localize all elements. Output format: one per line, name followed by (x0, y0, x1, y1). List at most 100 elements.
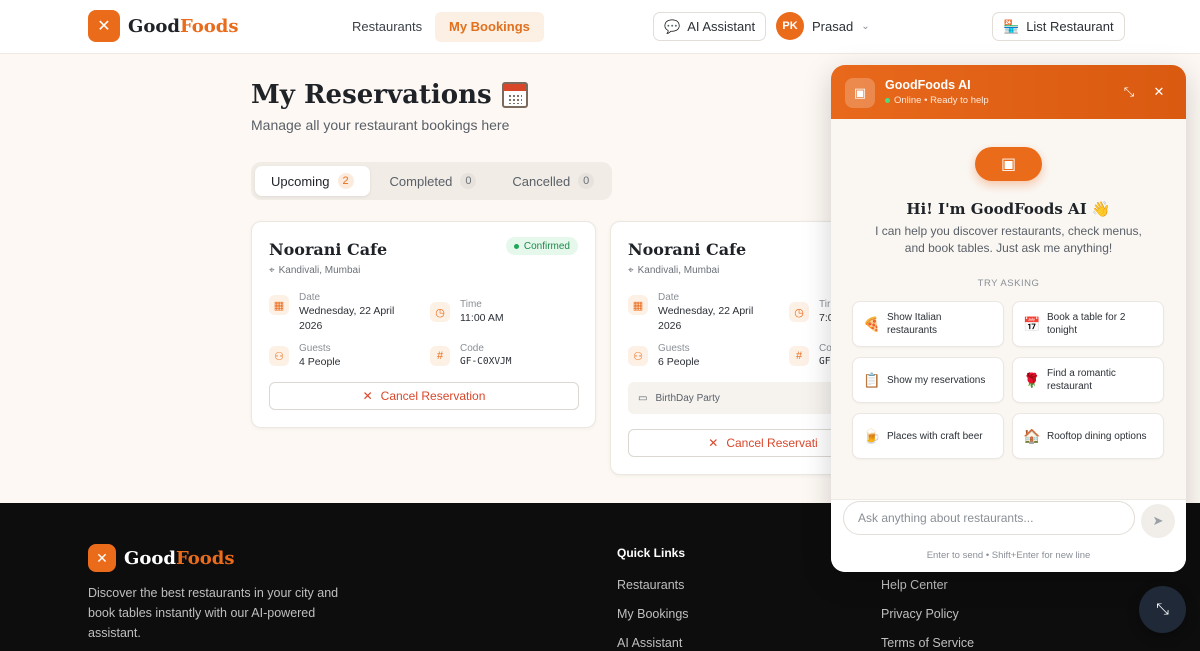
rose-icon: 🌹 (1023, 371, 1041, 388)
clock-icon: ◷ (789, 302, 809, 322)
minimize-icon[interactable]: ⤡ (1120, 83, 1138, 101)
tab-count: 2 (337, 173, 354, 189)
reservation-card: Noorani Cafe ⌖ Kandivali, Mumbai Confirm… (251, 221, 596, 428)
reservation-tabs: Upcoming 2 Completed 0 Cancelled 0 (251, 162, 612, 200)
suggestion-book-table[interactable]: 📅 Book a table for 2 tonight (1012, 301, 1164, 347)
suggestion-rooftop[interactable]: 🏠 Rooftop dining options (1012, 413, 1164, 459)
page-title-text: My Reservations (251, 80, 492, 110)
footer-link-my-bookings[interactable]: My Bookings (617, 607, 689, 621)
nav-my-bookings[interactable]: My Bookings (435, 12, 544, 42)
close-icon: ✕ (708, 436, 719, 450)
time-field: ◷ Time 11:00 AM (430, 299, 504, 325)
page-subtitle: Manage all your restaurant bookings here (251, 117, 510, 133)
footer-description: Discover the best restaurants in your ci… (88, 586, 339, 640)
close-icon[interactable]: ✕ (1150, 83, 1168, 101)
footer-link-terms-of-service[interactable]: Terms of Service (881, 636, 974, 650)
pizza-icon: 🍕 (863, 315, 881, 332)
guests-field: ⚇ Guests 4 People (269, 343, 340, 369)
code-field: # Code GF-C0XVJM (430, 343, 511, 369)
guests-value: 6 People (658, 356, 700, 368)
restaurant-name: Noorani Cafe (628, 240, 747, 259)
guests-label: Guests (299, 343, 331, 354)
user-menu[interactable]: PK Prasad ⌄ (776, 12, 870, 40)
clock-icon: ◷ (430, 302, 450, 322)
nav-restaurants[interactable]: Restaurants (338, 12, 436, 42)
clipboard-icon: 📋 (863, 371, 881, 388)
calendar-icon: ▦ (628, 295, 648, 315)
fork-knife-icon: ✕ (88, 10, 120, 42)
status-dot-icon (513, 243, 519, 249)
note-text: BirthDay Party (655, 392, 720, 404)
chat-status: Online • Ready to help (885, 95, 989, 106)
calendar-icon (501, 82, 528, 108)
avatar: PK (776, 12, 804, 40)
tab-label: Upcoming (271, 173, 330, 189)
code-label: Code (460, 343, 484, 354)
tab-cancelled[interactable]: Cancelled 0 (496, 166, 610, 196)
beer-icon: 🍺 (863, 427, 881, 444)
calendar-icon: 📅 (1023, 315, 1041, 332)
date-value: Wednesday, 22 April (658, 305, 754, 317)
chat-intro: I can help you discover restaurants, che… (875, 224, 1142, 255)
chat-title: GoodFoods AI (885, 78, 971, 92)
tab-completed[interactable]: Completed 0 (374, 166, 493, 196)
ai-assistant-button[interactable]: 💬 AI Assistant (653, 12, 767, 41)
suggestion-text: Rooftop dining options (1047, 430, 1147, 442)
chat-input-area: ➤ Enter to send • Shift+Enter for new li… (831, 499, 1186, 572)
suggestion-craft-beer[interactable]: 🍺 Places with craft beer (852, 413, 1004, 459)
suggestion-text: Show my reservations (887, 374, 986, 386)
ai-chat-panel: ▣ GoodFoods AI Online • Ready to help ⤡ … (831, 65, 1186, 572)
bot-icon: ▣ (975, 147, 1042, 181)
message-icon: ▭ (638, 392, 648, 404)
tab-count: 0 (460, 173, 477, 189)
restaurant-name: Noorani Cafe (269, 240, 388, 259)
user-name: Prasad (812, 18, 854, 34)
suggestion-reservations[interactable]: 📋 Show my reservations (852, 357, 1004, 403)
location-pin-icon: ⌖ (269, 265, 275, 276)
code-value: GF (819, 356, 831, 367)
date-field: ▦ Date Wednesday, 22 April 2026 (269, 292, 394, 333)
footer-brand-logo[interactable]: ✕ GoodFoods (88, 544, 235, 572)
time-field: ◷ Tir 7:0 (789, 299, 834, 325)
try-asking-label: TRY ASKING (977, 278, 1040, 289)
hash-icon: # (430, 346, 450, 366)
time-label: Time (460, 299, 482, 310)
suggestion-text: Book a table for 2 tonight (1047, 312, 1126, 336)
tab-upcoming[interactable]: Upcoming 2 (255, 166, 370, 196)
suggestion-italian[interactable]: 🍕 Show Italian restaurants (852, 301, 1004, 347)
footer-link-help-center[interactable]: Help Center (881, 578, 948, 592)
list-restaurant-label: List Restaurant (1026, 19, 1114, 34)
date-year: 2026 (658, 320, 682, 332)
brand-logo[interactable]: ✕ GoodFoods (88, 10, 239, 42)
chat-header: ▣ GoodFoods AI Online • Ready to help ⤡ … (831, 65, 1186, 119)
date-label: Date (658, 292, 680, 303)
hash-icon: # (789, 346, 809, 366)
suggestion-romantic[interactable]: 🌹 Find a romantic restaurant (1012, 357, 1164, 403)
chat-greeting: Hi! I'm GoodFoods AI 👋 (906, 200, 1111, 218)
guests-field: ⚇ Guests 6 People (628, 343, 699, 369)
code-value: GF-C0XVJM (460, 356, 512, 367)
chat-input[interactable] (843, 501, 1135, 535)
chat-body: ▣ Hi! I'm GoodFoods AI 👋 I can help you … (831, 119, 1186, 499)
calendar-icon: ▦ (269, 295, 289, 315)
top-header: ✕ GoodFoods Restaurants My Bookings 💬 AI… (0, 0, 1200, 54)
store-icon: 🏪 (1003, 18, 1020, 34)
footer-link-restaurants[interactable]: Restaurants (617, 578, 684, 592)
input-hint: Enter to send • Shift+Enter for new line (926, 550, 1091, 561)
restaurant-location: ⌖ Kandivali, Mumbai (269, 265, 360, 276)
footer-link-privacy-policy[interactable]: Privacy Policy (881, 607, 959, 621)
date-label: Date (299, 292, 321, 303)
footer-brand-name: GoodFoods (124, 547, 235, 569)
page-title: My Reservations (251, 80, 528, 110)
close-icon: ✕ (362, 389, 373, 403)
footer-link-ai-assistant[interactable]: AI Assistant (617, 636, 682, 650)
cancel-reservation-button[interactable]: ✕ Cancel Reservation (269, 382, 579, 410)
chevron-down-icon: ⌄ (861, 20, 870, 32)
collapse-chat-button[interactable]: ⤡ (1139, 586, 1186, 633)
online-dot-icon (885, 98, 890, 103)
users-icon: ⚇ (628, 346, 648, 366)
send-icon[interactable]: ➤ (1141, 504, 1175, 538)
chat-bubble-icon: 💬 (664, 18, 681, 34)
list-restaurant-button[interactable]: 🏪 List Restaurant (992, 12, 1125, 41)
date-year: 2026 (299, 320, 323, 332)
